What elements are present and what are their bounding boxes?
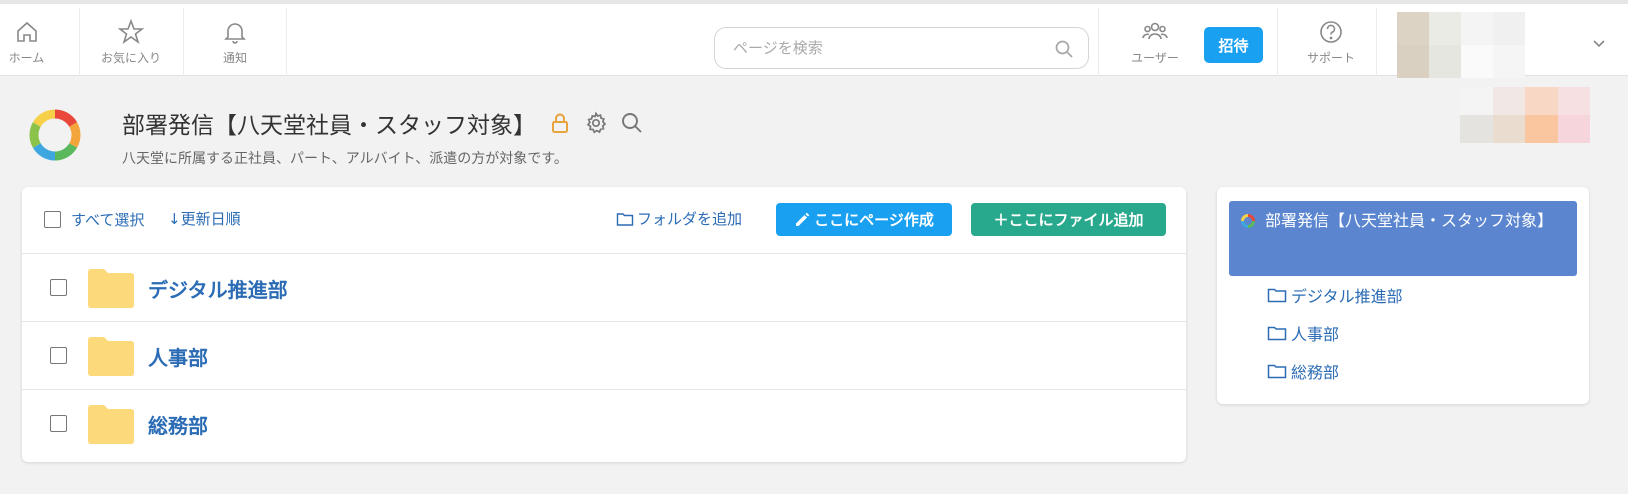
- folder-row[interactable]: デジタル推進部: [22, 254, 1186, 322]
- divider: [79, 8, 80, 76]
- nav-support[interactable]: サポート: [1296, 8, 1366, 76]
- page-title: 部署発信【八天堂社員・スタッフ対象】: [122, 113, 536, 139]
- folder-icon: [1267, 364, 1287, 379]
- nav-favorites[interactable]: お気に入り: [86, 8, 176, 76]
- page-description: 八天堂に所属する正社員、パート、アルバイト、派遣の方が対象です。: [122, 151, 568, 167]
- nav-users-label: ユーザー: [1131, 51, 1179, 65]
- gear-icon[interactable]: [584, 111, 608, 135]
- nav-support-label: サポート: [1306, 51, 1355, 65]
- create-page-label[interactable]: ここにページ作成: [814, 209, 934, 230]
- tree-item-label[interactable]: 総務部: [1291, 359, 1339, 383]
- nav-notifications[interactable]: 通知: [205, 8, 265, 76]
- folder-icon: [88, 337, 134, 376]
- folder-name[interactable]: 総務部: [148, 410, 208, 439]
- row-checkbox[interactable]: [50, 279, 67, 296]
- app-logo-icon: [29, 109, 81, 161]
- add-folder-link[interactable]: フォルダを追加: [616, 208, 742, 229]
- divider: [1376, 8, 1377, 76]
- search-icon[interactable]: [620, 111, 644, 135]
- folder-row[interactable]: 総務部: [22, 390, 1186, 458]
- create-page-button[interactable]: ここにページ作成: [776, 203, 952, 236]
- divider: [286, 8, 287, 76]
- tree-item[interactable]: 人事部: [1267, 321, 1339, 345]
- nav-favorites-label: お気に入り: [100, 51, 161, 65]
- star-icon: [117, 18, 145, 45]
- tree-item-label[interactable]: 人事部: [1291, 321, 1339, 345]
- nav-notifications-label: 通知: [222, 51, 247, 65]
- search-icon[interactable]: [1054, 39, 1074, 59]
- list-toolbar: すべて選択 ↓更新日順 フォルダを追加 ここにページ作成 ＋ここにファイル追加: [22, 187, 1186, 254]
- add-folder-label[interactable]: フォルダを追加: [637, 208, 742, 229]
- tree-root-label[interactable]: 部署発信【八天堂社員・スタッフ対象】: [1265, 211, 1553, 230]
- users-icon: [1142, 22, 1168, 40]
- nav-home[interactable]: ホーム: [0, 8, 53, 76]
- divider: [1277, 8, 1278, 76]
- search-box[interactable]: [714, 27, 1089, 69]
- select-all-label[interactable]: すべて選択: [71, 209, 144, 230]
- search-input[interactable]: [733, 28, 1053, 68]
- add-file-button[interactable]: ＋ここにファイル追加: [971, 203, 1166, 236]
- folder-icon: [1267, 288, 1287, 303]
- select-all[interactable]: すべて選択: [44, 209, 144, 230]
- row-checkbox[interactable]: [50, 415, 67, 432]
- folder-icon: [88, 405, 134, 444]
- divider: [183, 8, 184, 76]
- avatar[interactable]: [1397, 12, 1525, 78]
- app-logo-icon: [1241, 214, 1255, 228]
- page-title-row: 部署発信【八天堂社員・スタッフ対象】: [122, 106, 644, 140]
- bell-icon: [224, 23, 246, 44]
- select-all-checkbox[interactable]: [44, 211, 61, 228]
- folder-icon: [1267, 326, 1287, 341]
- nav-users[interactable]: ユーザー: [1120, 8, 1190, 76]
- chevron-down-icon[interactable]: [1590, 34, 1608, 52]
- folder-icon: [88, 269, 134, 308]
- folder-name[interactable]: デジタル推進部: [148, 274, 288, 303]
- folder-row[interactable]: 人事部: [22, 322, 1186, 390]
- folder-tree: 部署発信【八天堂社員・スタッフ対象】 デジタル推進部 人事部 総務部: [1217, 187, 1589, 404]
- tree-item-label[interactable]: デジタル推進部: [1291, 283, 1403, 307]
- home-icon: [16, 21, 37, 42]
- nav-home-label: ホーム: [8, 51, 45, 65]
- folder-name[interactable]: 人事部: [148, 342, 208, 371]
- invite-button[interactable]: 招待: [1204, 27, 1263, 63]
- tree-item[interactable]: デジタル推進部: [1267, 283, 1403, 307]
- folder-icon: [616, 212, 634, 226]
- row-checkbox[interactable]: [50, 347, 67, 364]
- folder-list-card: すべて選択 ↓更新日順 フォルダを追加 ここにページ作成 ＋ここにファイル追加 …: [22, 187, 1186, 462]
- pencil-icon: [796, 212, 810, 226]
- tree-root-item[interactable]: 部署発信【八天堂社員・スタッフ対象】: [1229, 201, 1577, 276]
- lock-icon[interactable]: [548, 111, 572, 135]
- tree-item[interactable]: 総務部: [1267, 359, 1339, 383]
- user-image: [1460, 87, 1590, 143]
- divider: [1098, 8, 1099, 76]
- help-icon: [1320, 21, 1342, 43]
- sort-by-updated[interactable]: ↓更新日順: [168, 208, 241, 229]
- top-bar: ホーム お気に入り 通知 ユーザー 招待 サポート: [0, 0, 1628, 78]
